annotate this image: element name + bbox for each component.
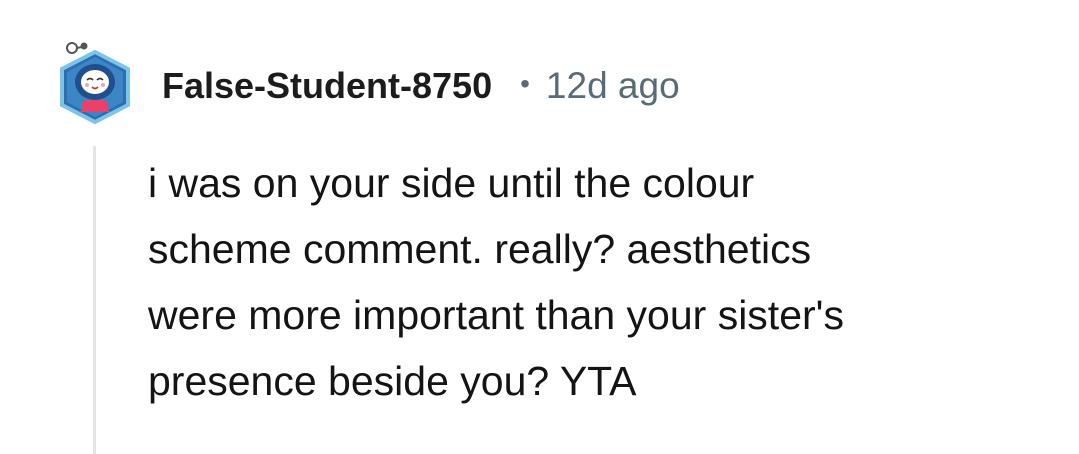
comment-body: i was on your side until the colour sche…: [148, 150, 1048, 414]
username[interactable]: False-Student-8750: [162, 65, 492, 107]
timestamp: 12d ago: [545, 65, 680, 106]
comment-header: False-Student-8750 • 12d ago: [162, 62, 680, 110]
comment: False-Student-8750 • 12d ago i was on yo…: [0, 0, 1079, 454]
meta-separator: •: [520, 68, 530, 99]
comment-body-line: presence beside you? YTA: [148, 358, 637, 404]
comment-body-line: scheme comment. really? aesthetics: [148, 226, 812, 272]
snoo-avatar-icon: [60, 42, 130, 125]
comment-body-line: were more important than your sister's: [148, 292, 844, 338]
user-avatar[interactable]: [58, 42, 132, 126]
thread-line[interactable]: [93, 146, 96, 454]
comment-body-line: i was on your side until the colour: [148, 160, 755, 206]
